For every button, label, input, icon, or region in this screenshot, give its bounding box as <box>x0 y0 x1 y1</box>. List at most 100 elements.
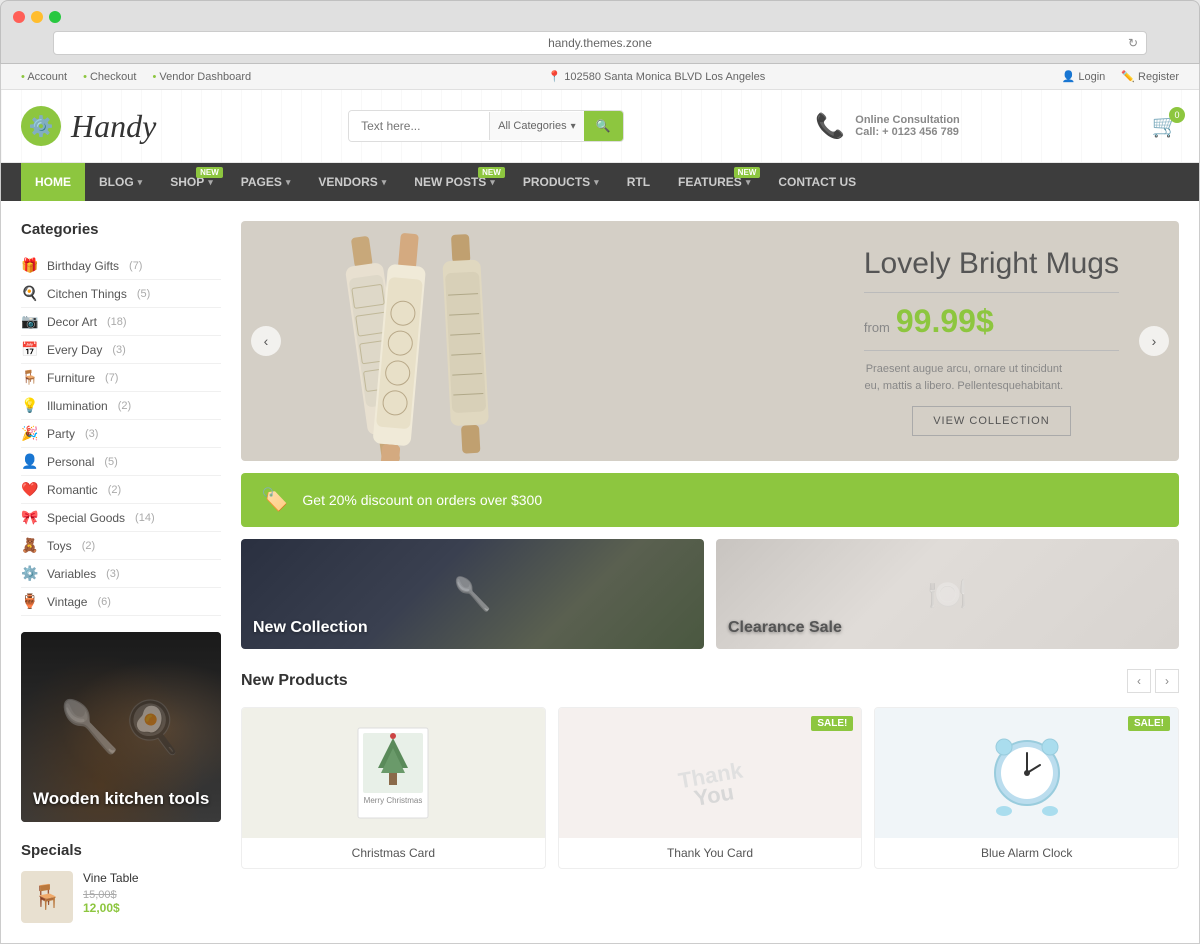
alarm-clock-svg <box>982 723 1072 823</box>
category-name: Romantic <box>47 483 98 497</box>
clearance-label: Clearance Sale <box>728 619 842 637</box>
nav-vendors[interactable]: VENDORS ▾ <box>304 163 400 201</box>
category-icon: 💡 <box>21 397 39 414</box>
nav-features[interactable]: NEW FEATURES ▾ <box>664 163 764 201</box>
category-name: Special Goods <box>47 511 125 525</box>
clearance-sale-card[interactable]: 🍽️ Clearance Sale <box>716 539 1179 649</box>
nav-new-posts[interactable]: NEW NEW POSTS ▾ <box>400 163 509 201</box>
nav-home[interactable]: HOME <box>21 163 85 201</box>
christmas-card-svg: Merry Christmas <box>353 723 433 823</box>
category-birthday-gifts[interactable]: 🎁 Birthday Gifts (7) <box>21 252 221 280</box>
slider-prev-button[interactable]: ‹ <box>251 326 281 356</box>
product-name-3: Blue Alarm Clock <box>883 846 1170 860</box>
sale-badge-3: SALE! <box>1128 716 1170 731</box>
hero-divider <box>864 292 1119 293</box>
products-prev-button[interactable]: ‹ <box>1127 669 1151 693</box>
search-button[interactable]: 🔍 <box>584 111 623 141</box>
refresh-icon[interactable]: ↻ <box>1128 36 1138 50</box>
svg-text:Merry Christmas: Merry Christmas <box>364 796 423 805</box>
top-bar-links: Account Checkout Vendor Dashboard <box>21 71 251 83</box>
features-badge: NEW <box>734 167 761 178</box>
special-item[interactable]: 🪑 Vine Table 15,00$ 12,00$ <box>21 871 221 923</box>
discount-text: Get 20% discount on orders over $300 <box>302 492 542 508</box>
category-count: (18) <box>107 316 127 328</box>
section-nav: ‹ › <box>1127 669 1179 693</box>
product-info-3: Blue Alarm Clock <box>875 838 1178 868</box>
category-icon: 🎁 <box>21 257 39 274</box>
category-count: (3) <box>85 428 98 440</box>
category-count: (6) <box>97 596 110 608</box>
category-count: (2) <box>118 400 131 412</box>
hero-slider: Lovely Bright Mugs from 99.99$ Praesent … <box>241 221 1179 461</box>
register-link[interactable]: ✏️ Register <box>1121 70 1179 83</box>
category-icon: 🎉 <box>21 425 39 442</box>
special-price-new: 12,00$ <box>83 901 221 915</box>
product-image-3: SALE! <box>875 708 1178 838</box>
cart[interactable]: 🛒 0 <box>1152 113 1179 139</box>
category-special-goods[interactable]: 🎀 Special Goods (14) <box>21 504 221 532</box>
top-bar: Account Checkout Vendor Dashboard 102580… <box>1 64 1199 90</box>
browser-maximize[interactable] <box>49 11 61 23</box>
consultation: 📞 Online Consultation Call: + 0123 456 7… <box>815 112 959 141</box>
login-link[interactable]: 👤 Login <box>1062 70 1106 83</box>
category-icon: 🪑 <box>21 369 39 386</box>
category-furniture[interactable]: 🪑 Furniture (7) <box>21 364 221 392</box>
category-name: Vintage <box>47 595 87 609</box>
category-personal[interactable]: 👤 Personal (5) <box>21 448 221 476</box>
slider-next-button[interactable]: › <box>1139 326 1169 356</box>
new-collection-card[interactable]: 🥄 New Collection <box>241 539 704 649</box>
account-link[interactable]: Account <box>21 71 67 83</box>
address-bar[interactable]: handy.themes.zone ↻ <box>53 31 1147 55</box>
search-bar: All Categories 🔍 <box>348 110 623 142</box>
category-count: (2) <box>82 540 95 552</box>
search-input[interactable] <box>349 111 489 141</box>
category-decor-art[interactable]: 📷 Decor Art (18) <box>21 308 221 336</box>
category-party[interactable]: 🎉 Party (3) <box>21 420 221 448</box>
category-count: (14) <box>135 512 155 524</box>
chevron-icon: ▾ <box>382 177 387 188</box>
category-toys[interactable]: 🧸 Toys (2) <box>21 532 221 560</box>
category-icon: ❤️ <box>21 481 39 498</box>
products-next-button[interactable]: › <box>1155 669 1179 693</box>
browser-minimize[interactable] <box>31 11 43 23</box>
auth-links: 👤 Login ✏️ Register <box>1062 70 1179 83</box>
nav-products[interactable]: PRODUCTS ▾ <box>509 163 613 201</box>
product-image-1: Merry Christmas <box>242 708 545 838</box>
promo-grid: 🥄 New Collection 🍽️ Clearance Sale <box>241 539 1179 649</box>
chevron-icon: ▾ <box>138 177 143 188</box>
category-illumination[interactable]: 💡 Illumination (2) <box>21 392 221 420</box>
category-icon: 👤 <box>21 453 39 470</box>
nav-blog[interactable]: BLOG ▾ <box>85 163 156 201</box>
nav-rtl[interactable]: RTL <box>613 163 664 201</box>
checkout-link[interactable]: Checkout <box>83 71 136 83</box>
nav-pages[interactable]: PAGES ▾ <box>227 163 305 201</box>
special-info: Vine Table 15,00$ 12,00$ <box>83 871 221 915</box>
category-citchen-things[interactable]: 🍳 Citchen Things (5) <box>21 280 221 308</box>
vendor-dashboard-link[interactable]: Vendor Dashboard <box>152 71 251 83</box>
category-count: (7) <box>129 260 142 272</box>
category-every-day[interactable]: 📅 Every Day (3) <box>21 336 221 364</box>
browser-close[interactable] <box>13 11 25 23</box>
nav-shop[interactable]: NEW SHOP ▾ <box>156 163 227 201</box>
nav-contact[interactable]: CONTACT US <box>764 163 870 201</box>
hero-description: Praesent augue arcu, ornare ut tincidunt… <box>864 361 1064 394</box>
view-collection-button[interactable]: VIEW COLLECTION <box>912 406 1070 436</box>
sale-badge-2: SALE! <box>811 716 853 731</box>
specials-section: Specials 🪑 Vine Table 15,00$ 12,00$ <box>21 842 221 923</box>
category-count: (2) <box>108 484 121 496</box>
category-romantic[interactable]: ❤️ Romantic (2) <box>21 476 221 504</box>
url-text: handy.themes.zone <box>66 36 1134 50</box>
product-card-3[interactable]: SALE! <box>874 707 1179 869</box>
sidebar-promo-banner[interactable]: 🥄🍳 Wooden kitchen tools <box>21 632 221 822</box>
products-row: Merry Christmas Christmas Card SALE! Tha <box>241 707 1179 869</box>
product-card-2[interactable]: SALE! Thank You Thank You Card <box>558 707 863 869</box>
logo[interactable]: ⚙️ Handy <box>21 106 156 146</box>
product-card-1[interactable]: Merry Christmas Christmas Card <box>241 707 546 869</box>
logo-icon: ⚙️ <box>21 106 61 146</box>
consultation-phone: Call: + 0123 456 789 <box>855 126 960 138</box>
chevron-icon: ▾ <box>208 177 213 188</box>
rollers-svg <box>271 221 551 461</box>
search-category-dropdown[interactable]: All Categories <box>489 112 584 140</box>
category-variables[interactable]: ⚙️ Variables (3) <box>21 560 221 588</box>
category-vintage[interactable]: 🏺 Vintage (6) <box>21 588 221 616</box>
